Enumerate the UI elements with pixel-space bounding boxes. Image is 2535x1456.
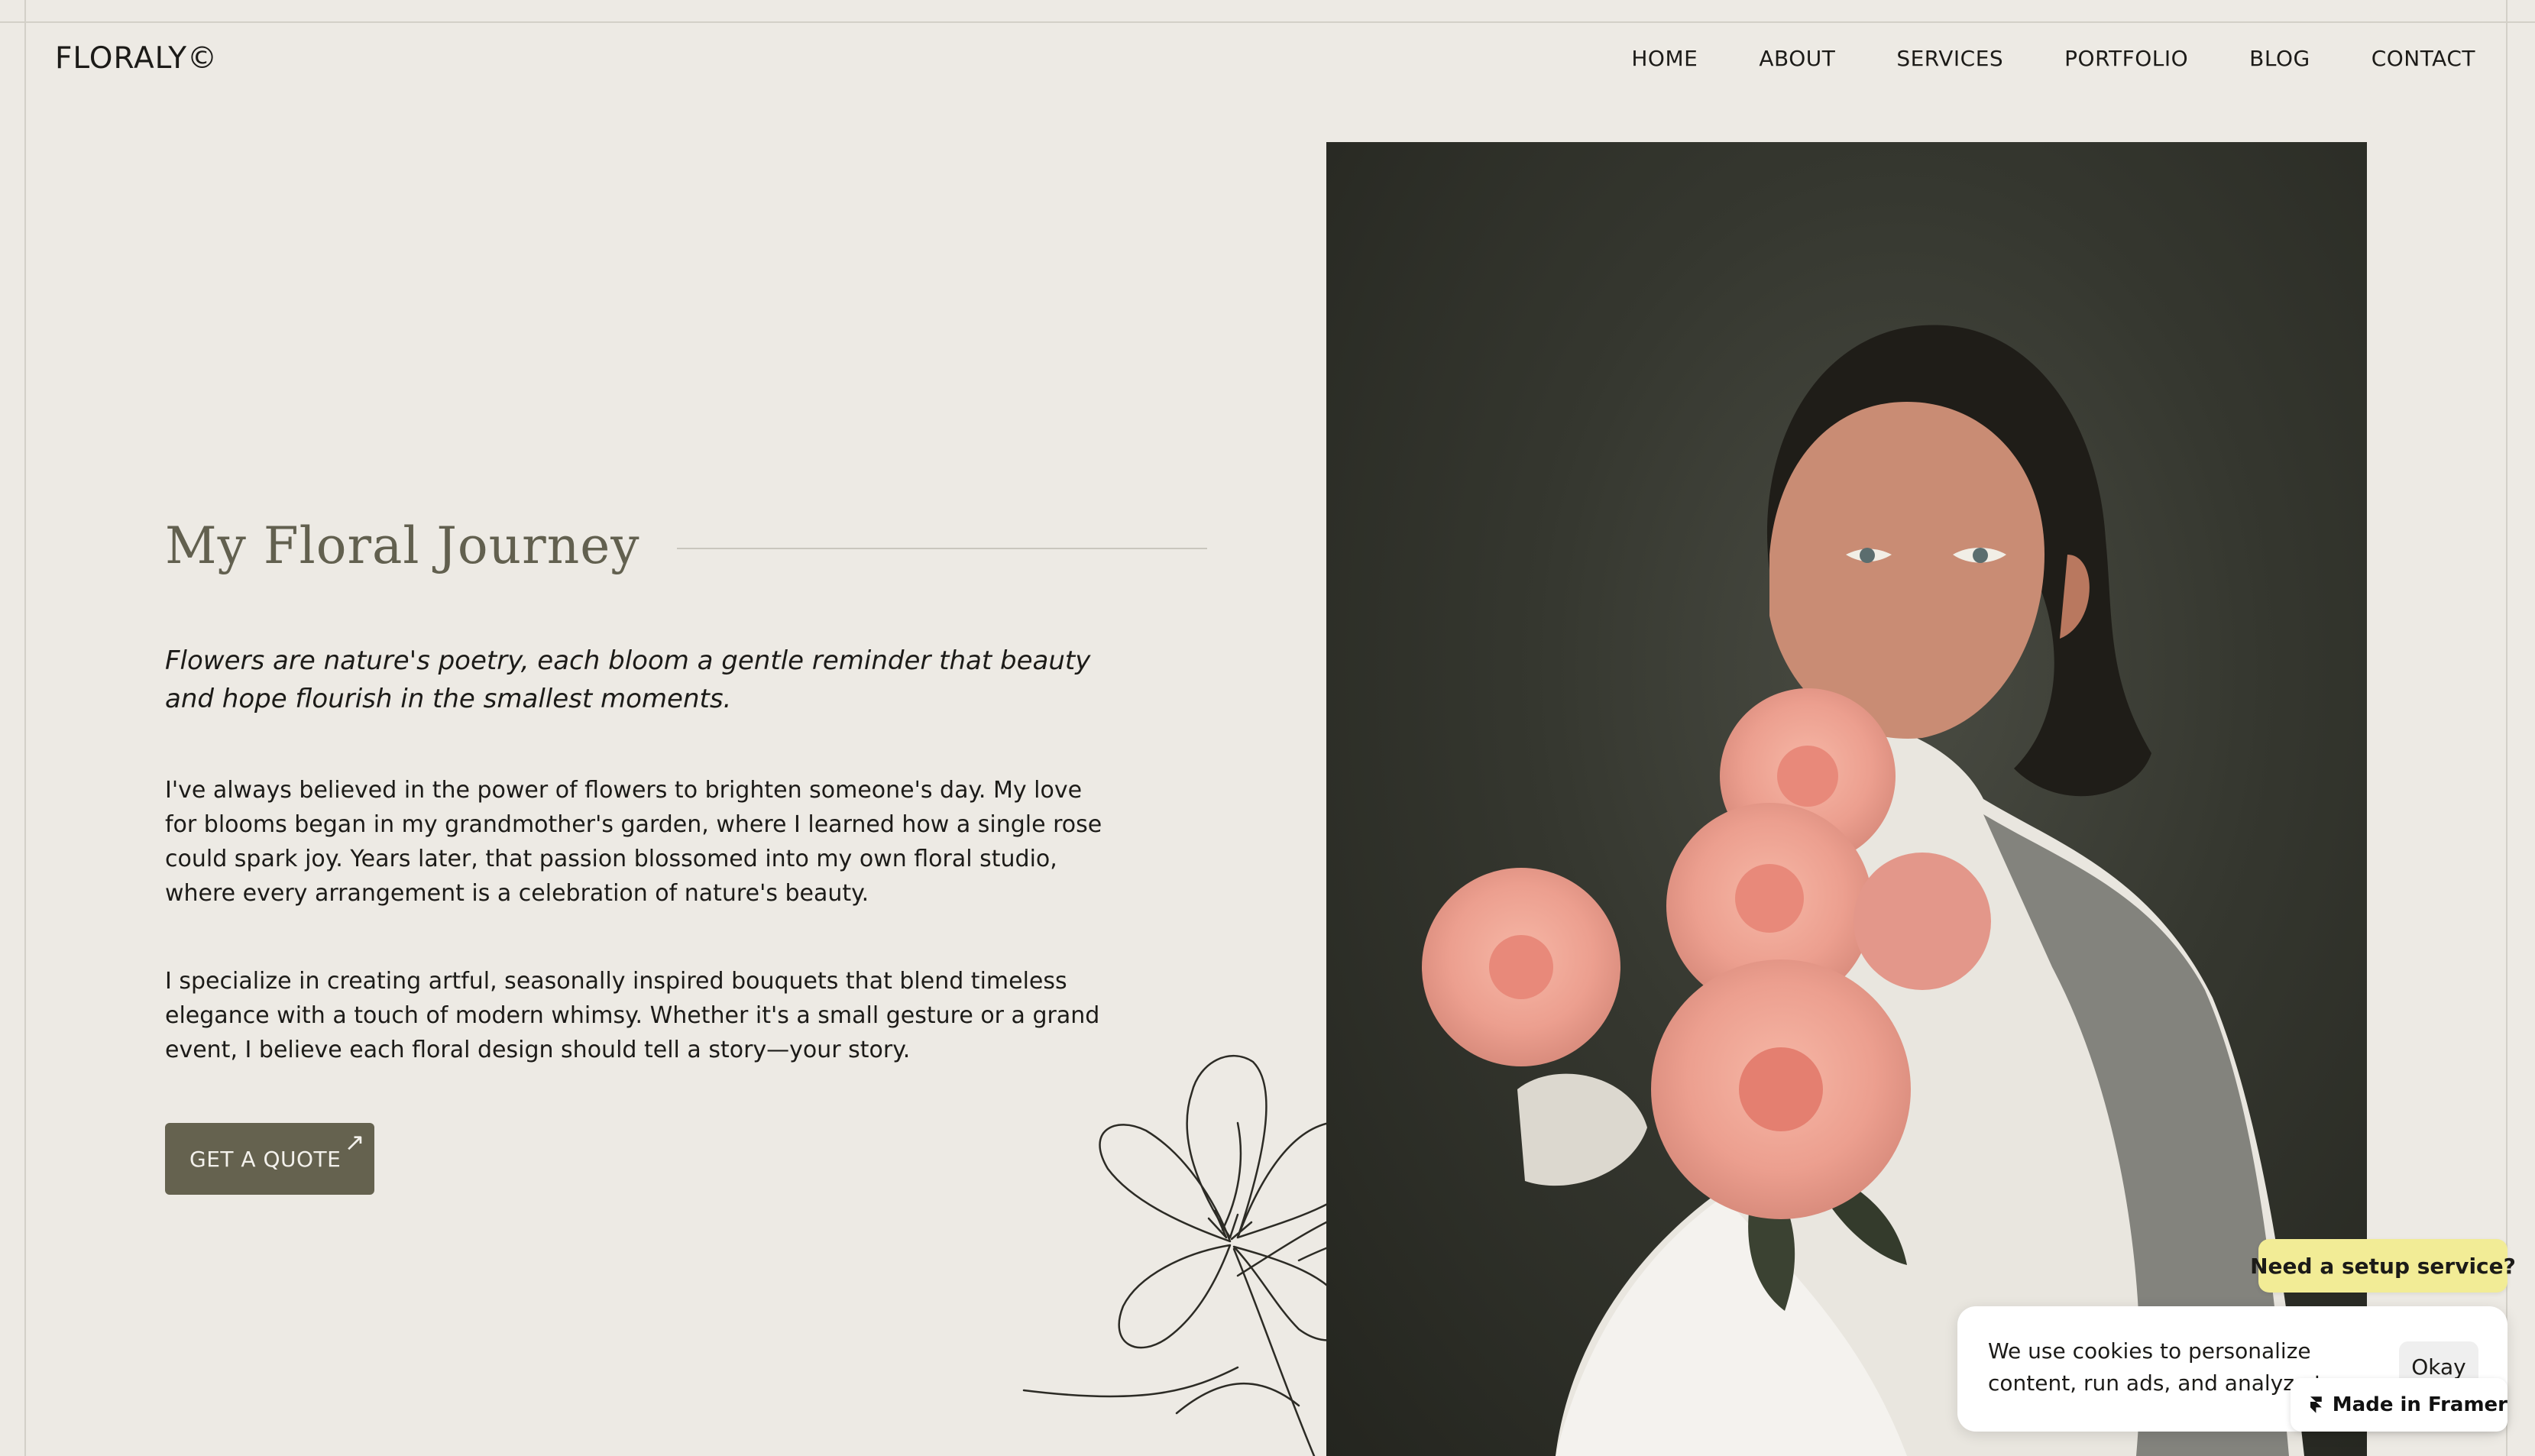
frame-line-top xyxy=(0,21,2535,23)
nav-home[interactable]: HOME xyxy=(1631,46,1698,71)
story-paragraph-2: I specialize in creating artful, seasona… xyxy=(165,968,1100,1063)
hero-quote: Flowers are nature's poetry, each bloom … xyxy=(165,645,1091,714)
made-in-framer-badge[interactable]: Made in Framer xyxy=(2291,1378,2507,1432)
nav-portfolio[interactable]: PORTFOLIO xyxy=(2064,46,2188,71)
title-divider xyxy=(676,547,1207,549)
portrait-with-peonies-photo xyxy=(1326,142,2367,1456)
story-paragraph-1: I've always believed in the power of flo… xyxy=(165,777,1102,907)
nav-services[interactable]: SERVICES xyxy=(1896,46,2003,71)
main-nav: HOME ABOUT SERVICES PORTFOLIO BLOG CONTA… xyxy=(1631,46,2475,71)
get-quote-button[interactable]: GET A QUOTE ↗ xyxy=(165,1123,374,1195)
site-logo[interactable]: FLORALY© xyxy=(55,41,218,76)
arrow-up-right-icon: ↗ xyxy=(344,1128,365,1157)
nav-blog[interactable]: BLOG xyxy=(2249,46,2310,71)
frame-line-right xyxy=(2506,0,2507,1456)
title-row: My Floral Journey xyxy=(165,516,1207,575)
frame-line-left xyxy=(24,0,26,1456)
setup-service-button[interactable]: Need a setup service? xyxy=(2250,1239,2516,1293)
page-title: My Floral Journey xyxy=(165,516,640,575)
nav-contact[interactable]: CONTACT xyxy=(2372,46,2475,71)
framer-logo-icon xyxy=(2310,1396,2322,1413)
get-quote-label: GET A QUOTE xyxy=(189,1146,342,1172)
nav-about[interactable]: ABOUT xyxy=(1759,46,1835,71)
made-in-framer-label: Made in Framer xyxy=(2332,1393,2507,1416)
